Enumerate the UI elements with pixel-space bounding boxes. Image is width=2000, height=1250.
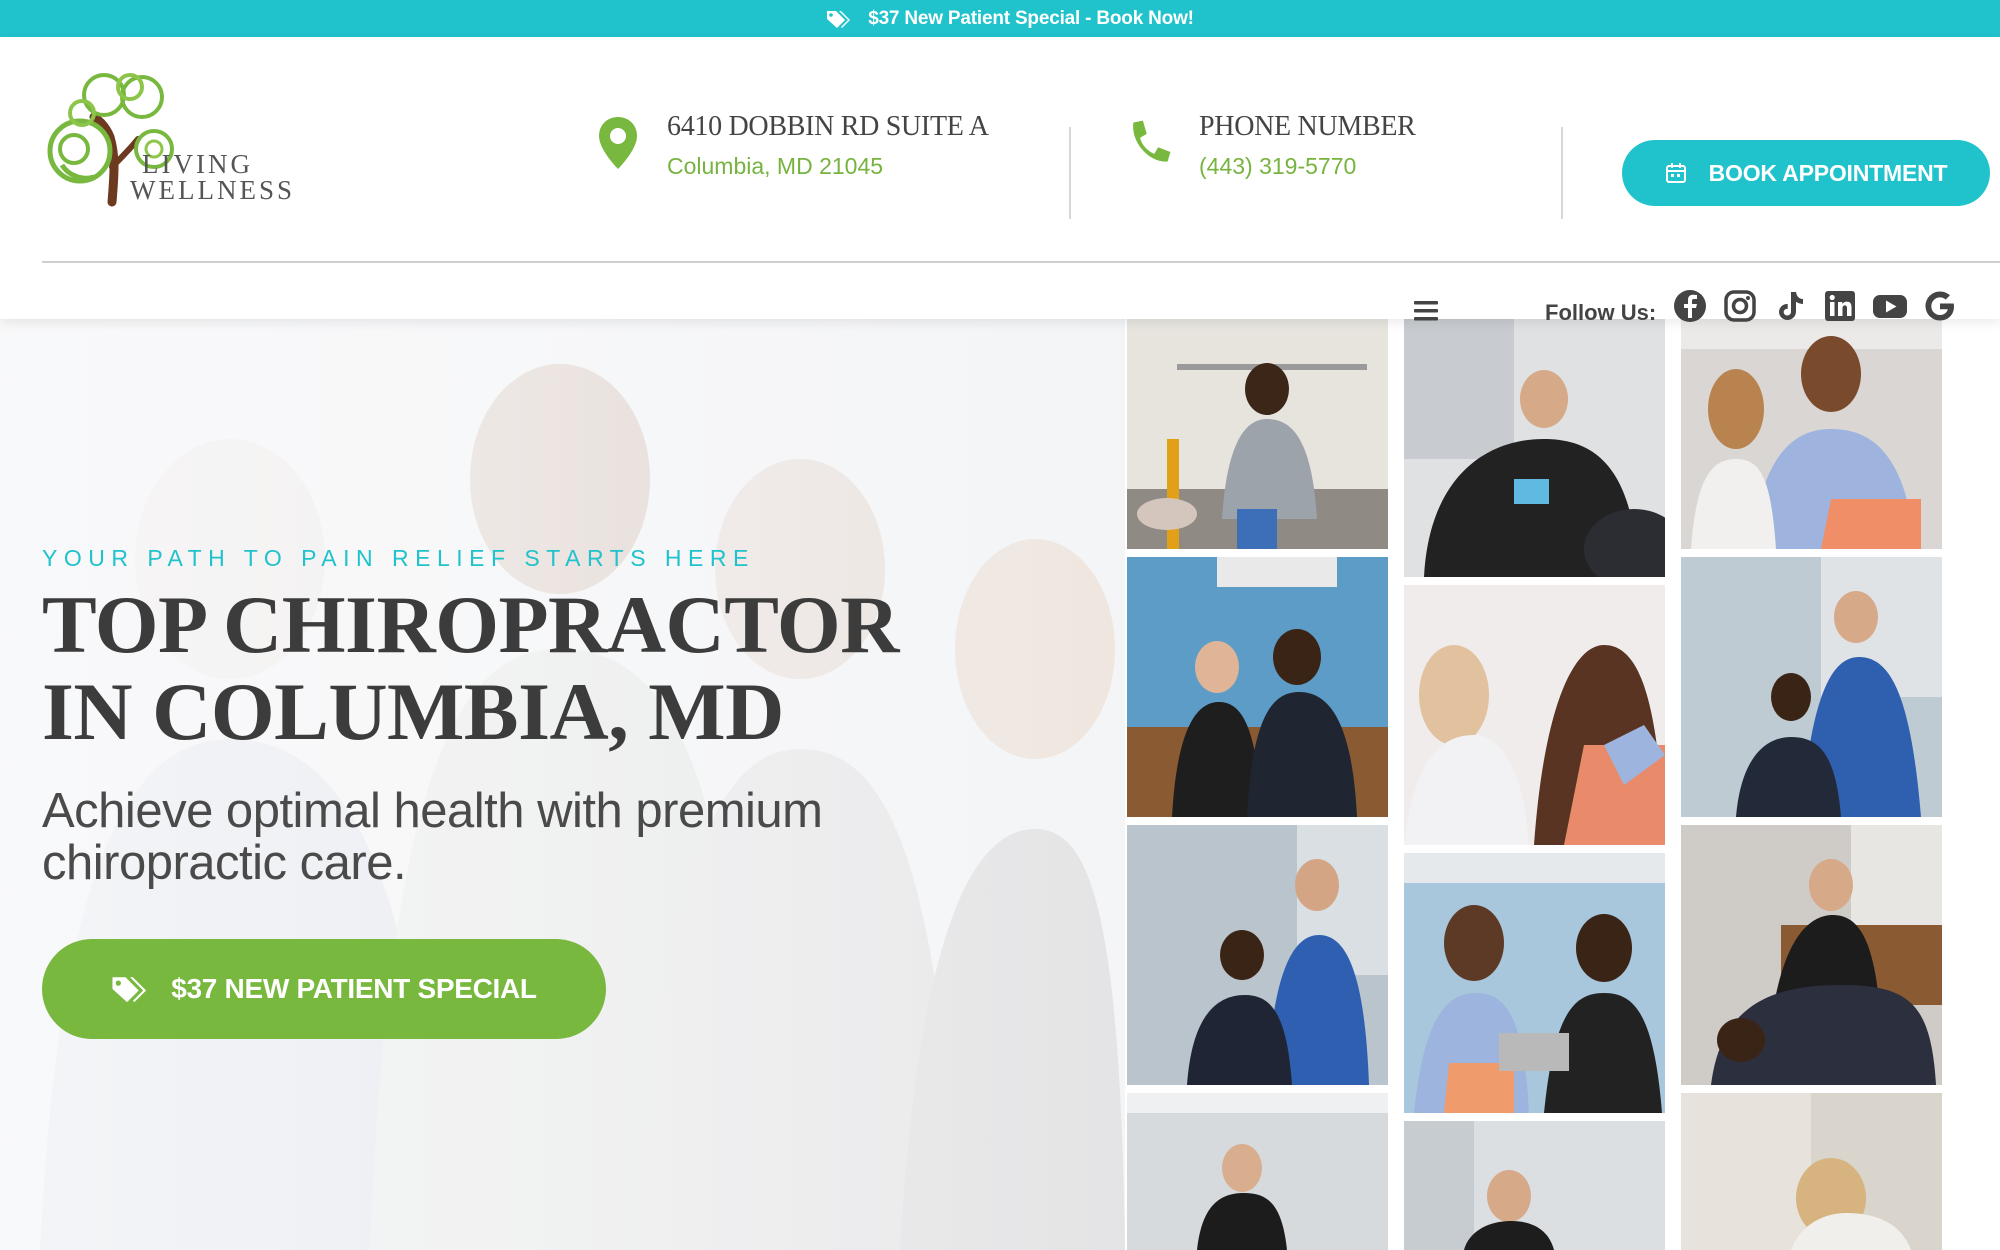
new-patient-special-button[interactable]: $37 NEW PATIENT SPECIAL xyxy=(42,939,606,1039)
phone-block[interactable]: PHONE NUMBER (443) 319-5770 xyxy=(1126,97,1416,207)
book-appointment-button[interactable]: BOOK APPOINTMENT xyxy=(1622,140,1990,206)
follow-us-label: Follow Us: xyxy=(1545,300,1657,325)
linkedin-icon[interactable] xyxy=(1822,288,1858,324)
gallery-photo xyxy=(1681,825,1942,1085)
promo-bar[interactable]: $37 New Patient Special - Book Now! xyxy=(0,0,2000,37)
hero-eyebrow: YOUR PATH TO PAIN RELIEF STARTS HERE xyxy=(42,545,755,571)
gallery-photo xyxy=(1127,825,1388,1085)
new-patient-special-label: $37 NEW PATIENT SPECIAL xyxy=(171,973,537,1004)
promo-text: $37 New Patient Special - Book Now! xyxy=(868,7,1194,29)
calendar-icon xyxy=(1665,163,1686,183)
youtube-icon[interactable] xyxy=(1872,288,1908,324)
facebook-icon[interactable] xyxy=(1672,288,1708,324)
gallery-photo xyxy=(1404,1121,1665,1250)
hero-title-line2: IN COLUMBIA, MD xyxy=(42,666,784,757)
hero-title-line1: TOP CHIROPRACTOR xyxy=(42,579,899,670)
tags-icon xyxy=(827,10,851,28)
divider xyxy=(1069,127,1071,219)
google-icon[interactable] xyxy=(1922,288,1958,324)
gallery-photo xyxy=(1404,319,1665,577)
site-header: LIVING WELLNESS 6410 DOBBIN RD SUITE A C… xyxy=(0,37,2000,325)
gallery-photo xyxy=(1404,853,1665,1113)
instagram-icon[interactable] xyxy=(1722,288,1758,324)
hero-title: TOP CHIROPRACTOR IN COLUMBIA, MD xyxy=(42,581,1092,755)
phone-icon xyxy=(1133,120,1171,162)
hero-subtitle: Achieve optimal health with premium chir… xyxy=(42,784,823,890)
gallery-photo xyxy=(1127,1093,1388,1250)
logo[interactable]: LIVING WELLNESS xyxy=(42,57,312,207)
divider xyxy=(1561,127,1563,219)
address-line: 6410 DOBBIN RD SUITE A xyxy=(667,111,989,142)
tags-icon xyxy=(112,977,147,1003)
gallery-photo xyxy=(1404,585,1665,845)
header-divider xyxy=(42,261,2000,263)
gallery-photo xyxy=(1681,557,1942,817)
social-links xyxy=(1672,288,1958,324)
gallery-photo xyxy=(1127,319,1388,549)
phone-number[interactable]: (443) 319-5770 xyxy=(1199,153,1416,180)
logo-text-line2: WELLNESS xyxy=(130,175,295,205)
phone-label: PHONE NUMBER xyxy=(1199,111,1416,142)
logo-text-line1: LIVING xyxy=(142,149,253,179)
hero-section: YOUR PATH TO PAIN RELIEF STARTS HERE TOP… xyxy=(0,319,2000,1250)
gallery-photo xyxy=(1681,319,1942,549)
gallery-photo xyxy=(1127,557,1388,817)
map-pin-icon xyxy=(599,117,637,169)
tiktok-icon[interactable] xyxy=(1772,288,1808,324)
address-block[interactable]: 6410 DOBBIN RD SUITE A Columbia, MD 2104… xyxy=(594,97,989,207)
book-appointment-label: BOOK APPOINTMENT xyxy=(1708,159,1948,186)
gallery-photo xyxy=(1681,1093,1942,1250)
hamburger-menu-icon[interactable] xyxy=(1412,299,1442,323)
address-city: Columbia, MD 21045 xyxy=(667,153,884,179)
